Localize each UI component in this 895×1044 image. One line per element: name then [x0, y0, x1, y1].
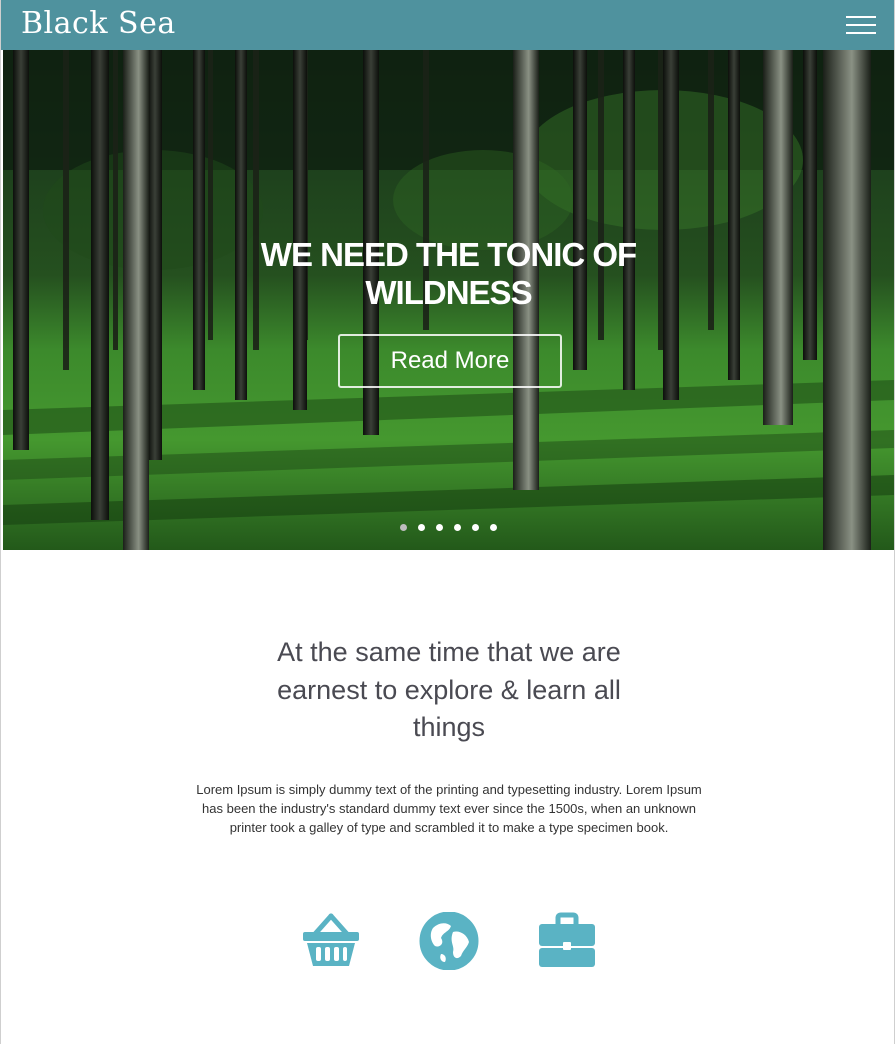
hero-title-line: WE NEED THE TONIC OF	[260, 236, 637, 273]
top-navbar: Black Sea	[1, 0, 894, 50]
intro-heading-line: things	[412, 712, 486, 742]
intro-text-line: printer took a galley of type and scramb…	[229, 820, 669, 835]
slider-pagination	[400, 518, 508, 531]
globe-icon[interactable]	[419, 911, 479, 971]
brand-logo[interactable]: Black Sea	[21, 6, 176, 41]
intro-heading-line: At the same time that we are	[277, 637, 621, 667]
hamburger-menu-icon[interactable]	[846, 14, 876, 36]
intro-text-line: has been the industry's standard dummy t…	[202, 801, 696, 816]
basket-icon[interactable]	[301, 912, 361, 970]
intro-paragraph: Lorem Ipsum is simply dummy text of the …	[161, 780, 737, 837]
menu-line	[846, 16, 876, 18]
slide-dot-4[interactable]	[454, 524, 461, 531]
hero-title: WE NEED THE TONIC OF WILDNESS	[3, 236, 894, 312]
slide-dot-6[interactable]	[490, 524, 497, 531]
slide-dot-1[interactable]	[400, 524, 407, 531]
menu-line	[846, 24, 876, 26]
page: Black Sea WE NEED THE TONIC OF WILDNESS …	[0, 0, 895, 1044]
slide-dot-2[interactable]	[418, 524, 425, 531]
menu-line	[846, 32, 876, 34]
intro-text-line: Lorem Ipsum is simply dummy text of the …	[196, 782, 702, 797]
read-more-button[interactable]: Read More	[338, 334, 562, 388]
intro-heading: At the same time that we are earnest to …	[249, 634, 649, 747]
slide-dot-5[interactable]	[472, 524, 479, 531]
hero-slider: WE NEED THE TONIC OF WILDNESS Read More	[3, 50, 894, 550]
slide-dot-3[interactable]	[436, 524, 443, 531]
hero-title-line: WILDNESS	[365, 274, 532, 311]
intro-heading-line: earnest to explore & learn all	[277, 674, 621, 705]
briefcase-icon[interactable]	[537, 912, 597, 970]
